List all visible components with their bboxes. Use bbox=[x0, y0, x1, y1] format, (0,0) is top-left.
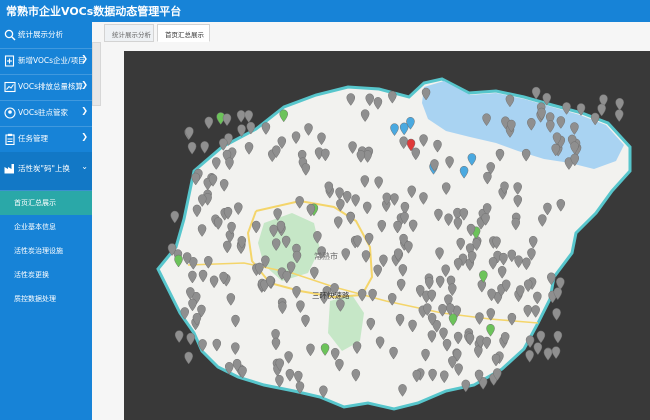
chevron-down-icon: ⌄ bbox=[81, 162, 88, 171]
map-marker[interactable] bbox=[461, 379, 471, 393]
clipboard-icon bbox=[5, 133, 15, 145]
sidebar-item-emission[interactable]: VOCs排放总量核算 ❯ bbox=[0, 74, 92, 101]
map-label-road: 三环快速路 bbox=[312, 290, 350, 300]
map-marker[interactable] bbox=[552, 308, 561, 321]
submenu-item-home-summary[interactable]: 首页汇总展示 bbox=[0, 191, 92, 215]
map-marker[interactable] bbox=[174, 330, 184, 343]
map-view[interactable]: 常熟市 三环快速路 bbox=[124, 51, 650, 420]
person-icon bbox=[4, 107, 16, 119]
sidebar-collapse-handle[interactable] bbox=[92, 42, 101, 106]
sidebar-item-label: 新增VOCs企业/项目 bbox=[18, 56, 84, 65]
map-marker[interactable] bbox=[615, 97, 624, 111]
sidebar-item-label: 任务管理 bbox=[18, 134, 48, 143]
search-icon bbox=[4, 29, 16, 41]
chevron-right-icon: ❯ bbox=[81, 132, 88, 141]
map-marker[interactable] bbox=[244, 110, 253, 123]
map-marker[interactable] bbox=[170, 210, 180, 224]
map-marker[interactable] bbox=[200, 141, 209, 154]
map-marker[interactable] bbox=[184, 351, 193, 365]
sidebar-item-stats[interactable]: 统计展示分析 bbox=[0, 22, 92, 49]
map-marker[interactable] bbox=[222, 113, 232, 127]
add-doc-icon bbox=[4, 55, 15, 67]
sidebar-item-label: 统计展示分析 bbox=[18, 30, 63, 39]
map-marker[interactable] bbox=[204, 116, 214, 130]
map-marker[interactable] bbox=[525, 350, 534, 363]
tab-home-summary[interactable]: 首页汇总展示 bbox=[157, 24, 210, 42]
map-marker[interactable] bbox=[614, 109, 624, 122]
map-label-city: 常熟市 bbox=[314, 251, 338, 261]
sidebar-item-label: 活性炭"码"上换 bbox=[18, 164, 70, 173]
app-title: 常熟市企业VOCs数据动态管理平台 bbox=[6, 5, 182, 18]
sidebar-item-label: VOCs排放总量核算 bbox=[18, 82, 84, 91]
submenu-item-company-info[interactable]: 企业基本信息 bbox=[0, 215, 92, 239]
map-marker[interactable] bbox=[536, 330, 546, 344]
map-marker[interactable] bbox=[186, 332, 195, 346]
sidebar-item-steward[interactable]: VOCs驻点管家 ❯ bbox=[0, 100, 92, 127]
map-marker[interactable] bbox=[597, 103, 606, 117]
carbon-submenu: 首页汇总展示 企业基本信息 活性炭治理设施 活性炭更换 质控数据处理 bbox=[0, 191, 92, 311]
factory-icon bbox=[4, 164, 14, 174]
map-marker[interactable] bbox=[533, 342, 543, 356]
chart-icon bbox=[4, 81, 16, 93]
map-marker[interactable] bbox=[531, 86, 541, 100]
sidebar-item-tasks[interactable]: 任务管理 ❯ bbox=[0, 126, 92, 153]
map-canvas[interactable]: 常熟市 三环快速路 bbox=[124, 51, 650, 420]
map-marker[interactable] bbox=[553, 330, 563, 344]
map-marker[interactable] bbox=[236, 110, 246, 123]
submenu-item-qc-data[interactable]: 质控数据处理 bbox=[0, 287, 92, 311]
chevron-right-icon: ❯ bbox=[81, 106, 88, 115]
sidebar-item-label: VOCs驻点管家 bbox=[18, 108, 69, 117]
submenu-item-replacement[interactable]: 活性炭更换 bbox=[0, 263, 92, 287]
sidebar: 统计展示分析 新增VOCs企业/项目 ❯ VOCs排放总量核算 ❯ VOCs驻点… bbox=[0, 22, 92, 420]
chevron-right-icon: ❯ bbox=[81, 54, 88, 63]
sidebar-item-carbon[interactable]: 活性炭"码"上换 ⌄ bbox=[0, 152, 92, 191]
app-header: 常熟市企业VOCs数据动态管理平台 bbox=[0, 0, 650, 22]
map-marker[interactable] bbox=[551, 346, 561, 360]
submenu-item-facilities[interactable]: 活性炭治理设施 bbox=[0, 239, 92, 263]
sidebar-item-new-vocs[interactable]: 新增VOCs企业/项目 ❯ bbox=[0, 48, 92, 75]
map-marker[interactable] bbox=[187, 141, 197, 155]
chevron-right-icon: ❯ bbox=[81, 80, 88, 89]
tab-stats-analysis[interactable]: 统计展示分析 bbox=[104, 24, 154, 42]
map-marker[interactable] bbox=[543, 347, 553, 361]
